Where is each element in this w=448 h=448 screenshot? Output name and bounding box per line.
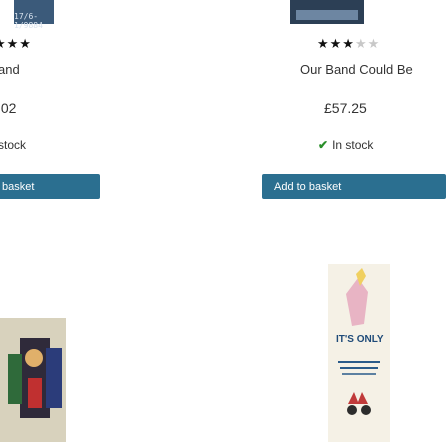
stock-label: In stock <box>332 138 374 152</box>
add-to-basket-button[interactable]: basket <box>0 174 100 199</box>
book-cover-image-bottom-left[interactable] <box>0 318 66 442</box>
stock-status: ✔ In stock <box>318 138 373 152</box>
cover-text: 17/6-1/9884 <box>14 12 43 30</box>
cover-title-text: IT'S ONLY <box>336 334 384 345</box>
book-cover-image-top-right[interactable] <box>290 0 364 24</box>
cover-artwork <box>328 264 390 442</box>
product-title-link[interactable]: and <box>0 62 20 77</box>
stars-empty: ★★ <box>354 36 381 51</box>
stock-label: stock <box>0 138 27 152</box>
check-icon: ✔ <box>318 138 329 152</box>
stars-filled: ★★★ <box>0 36 32 51</box>
stars-filled: ★★★ <box>317 36 355 51</box>
product-price: .02 <box>0 100 17 116</box>
product-price: £57.25 <box>324 100 367 116</box>
cover-artwork <box>0 318 66 442</box>
book-cover-image-bottom-right[interactable]: IT'S ONLY <box>328 264 390 442</box>
book-cover-image-top-left[interactable]: 17/6-1/9884 <box>14 0 54 30</box>
star-rating: ★★★★★ <box>317 36 380 52</box>
star-rating: ★★★ <box>0 36 32 52</box>
product-title-link[interactable]: Our Band Could Be <box>300 62 413 77</box>
add-to-basket-button[interactable]: Add to basket <box>262 174 446 199</box>
cover-band <box>296 10 358 20</box>
stock-status: stock <box>0 138 26 152</box>
